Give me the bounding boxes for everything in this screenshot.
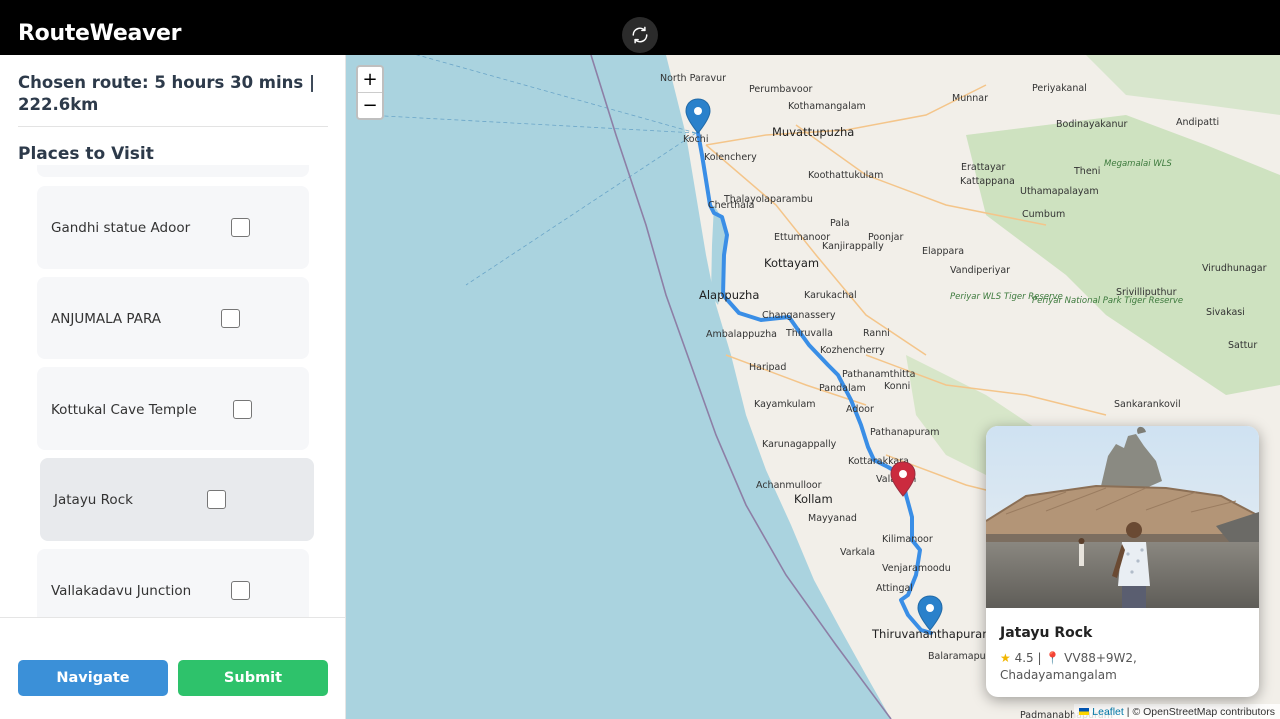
map-label: Kattappana	[960, 176, 1015, 187]
map-label: Mayyanad	[808, 513, 857, 524]
map-label: Thiruvalla	[785, 328, 833, 339]
list-item[interactable]: Vallakadavu Junction	[37, 549, 309, 617]
map-label: Adoor	[846, 404, 874, 415]
map-label: Elappara	[922, 246, 964, 257]
map-label: Vandiperiyar	[950, 265, 1010, 276]
map-label: Sattur	[1228, 340, 1257, 351]
map-label: Pala	[830, 218, 850, 229]
zoom-control: + −	[356, 65, 384, 120]
map-label: Pathanamthitta	[842, 369, 915, 380]
map-label: Ambalappuzha	[706, 329, 777, 340]
map-label: Kothamangalam	[788, 101, 866, 112]
map-label: Changanassery	[762, 310, 836, 321]
map-label: Attingal	[876, 583, 913, 594]
map-label: Virudhunagar	[1202, 263, 1267, 274]
map-label: Alappuzha	[699, 288, 759, 302]
popup-title: Jatayu Rock	[1000, 625, 1093, 641]
map-label: Muvattupuzha	[772, 125, 854, 139]
map-label: Haripad	[749, 362, 786, 373]
app-title: RouteWeaver	[18, 21, 182, 46]
map-label: Megamalai WLS	[1104, 159, 1172, 169]
place-checkbox[interactable]	[221, 309, 240, 328]
navigate-button[interactable]: Navigate	[18, 660, 168, 696]
place-name: Jatayu Rock	[54, 492, 133, 508]
places-list[interactable]: Gandhi statue Adoor ANJUMALA PARA Kottuk…	[0, 165, 345, 617]
list-item[interactable]	[37, 165, 309, 177]
list-item[interactable]: Kottukal Cave Temple	[37, 367, 309, 450]
map-label: Thiruvananthapuram	[871, 627, 993, 641]
map-label: North Paravur	[660, 73, 726, 84]
map-label: Karukachal	[804, 290, 857, 301]
refresh-icon	[632, 26, 648, 44]
place-checkbox[interactable]	[207, 490, 226, 509]
popup-meta: ★ 4.5 | 📍 VV88+9W2, Chadayamangalam	[1000, 650, 1250, 684]
map-label: Kayamkulam	[754, 399, 816, 410]
map-label: Konni	[884, 381, 910, 392]
meta-separator: |	[1037, 651, 1042, 665]
map-label: Kochi	[683, 134, 708, 145]
map-label: Cherthala	[708, 200, 754, 211]
ukraine-flag-icon	[1079, 708, 1090, 715]
map-label: Andipatti	[1176, 117, 1219, 128]
rating-value: 4.5	[1014, 651, 1034, 665]
map-label: Venjaramoodu	[882, 563, 951, 574]
map-label: Theni	[1073, 166, 1100, 177]
divider	[18, 126, 328, 127]
map-label: Koothattukulam	[808, 170, 883, 181]
map-label: Bodinayakanur	[1056, 119, 1127, 130]
map-label: Kollam	[794, 492, 833, 506]
map-label: Periyar National Park Tiger Reserve	[1032, 296, 1183, 306]
map-label: Kanjirappally	[822, 241, 884, 252]
map-label: Varkala	[840, 547, 875, 558]
list-item[interactable]: Gandhi statue Adoor	[37, 186, 309, 269]
map-label: Pandalam	[819, 383, 866, 394]
route-summary: Chosen route: 5 hours 30 mins | 222.6km	[18, 73, 315, 114]
map-label: Kolenchery	[704, 152, 757, 163]
list-item[interactable]: ANJUMALA PARA	[37, 277, 309, 359]
place-checkbox[interactable]	[231, 581, 250, 600]
place-name: Vallakadavu Junction	[51, 583, 192, 599]
map-label: Periyakanal	[1032, 83, 1087, 94]
place-checkbox[interactable]	[233, 400, 252, 419]
list-item-active[interactable]: Jatayu Rock	[40, 458, 314, 541]
places-title: Places to Visit	[18, 144, 154, 164]
place-name: Gandhi statue Adoor	[51, 220, 191, 236]
place-checkbox[interactable]	[231, 218, 250, 237]
map-label: Cumbum	[1022, 209, 1065, 220]
map-label: Karunagappally	[762, 439, 837, 450]
map-label: Kottayam	[764, 256, 819, 270]
leaflet-link[interactable]: Leaflet	[1092, 706, 1124, 718]
zoom-out-button[interactable]: −	[358, 93, 382, 119]
map-label: Achanmulloor	[756, 480, 822, 491]
map-label: Pathanapuram	[870, 427, 940, 438]
map-label: Ranni	[863, 328, 890, 339]
app-header: RouteWeaver	[0, 0, 1280, 55]
map-label: Kozhencherry	[820, 345, 885, 356]
pin-icon: 📍	[1045, 651, 1061, 665]
map-label: Sankarankovil	[1114, 399, 1181, 410]
refresh-button[interactable]	[622, 17, 658, 53]
attribution-text: | © OpenStreetMap contributors	[1126, 705, 1275, 718]
place-popup[interactable]: Jatayu Rock ★ 4.5 | 📍 VV88+9W2, Chadayam…	[986, 426, 1259, 697]
map-label: Perumbavoor	[749, 84, 813, 95]
place-name: Kottukal Cave Temple	[51, 402, 197, 418]
map-label: Uthamapalayam	[1020, 186, 1099, 197]
map-label: Erattayar	[961, 162, 1005, 173]
submit-button[interactable]: Submit	[178, 660, 328, 696]
place-photo	[986, 426, 1259, 608]
map-label: Kilimanoor	[882, 534, 933, 545]
map-label: Munnar	[952, 93, 988, 104]
map-label: Sivakasi	[1206, 307, 1245, 318]
zoom-in-button[interactable]: +	[358, 67, 382, 93]
star-icon: ★	[1000, 651, 1011, 665]
map-attribution: Leaflet | © OpenStreetMap contributors	[1074, 704, 1280, 719]
place-name: ANJUMALA PARA	[51, 311, 162, 327]
